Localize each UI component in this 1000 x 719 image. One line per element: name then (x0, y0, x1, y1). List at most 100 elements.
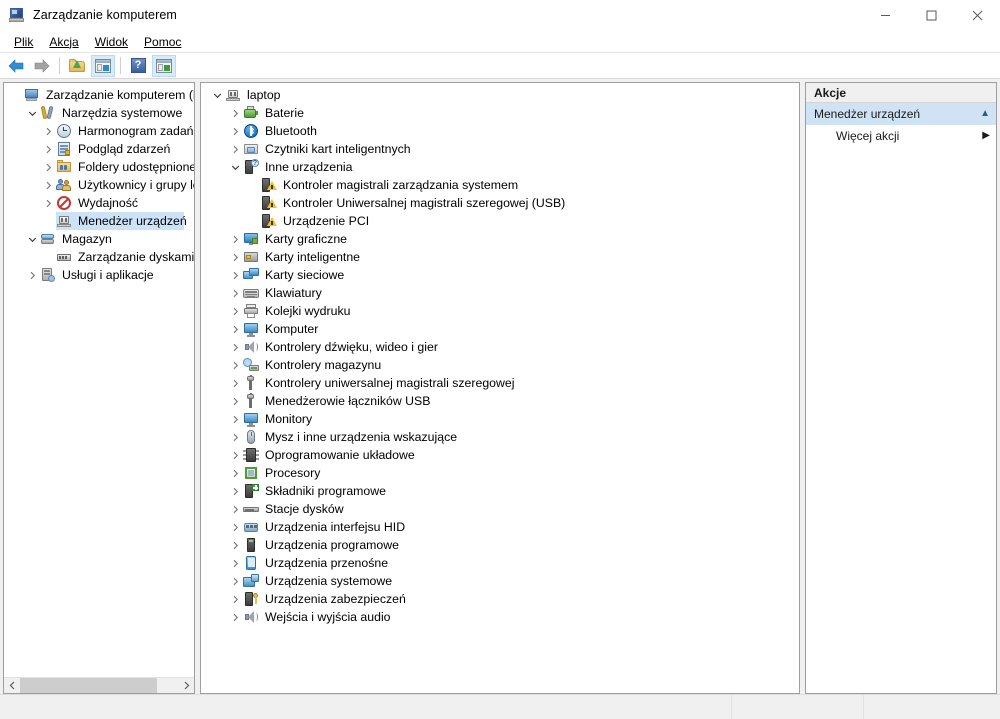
chevron-right-icon[interactable] (227, 302, 243, 320)
chevron-down-icon[interactable] (24, 104, 40, 122)
tree-item[interactable]: Narzędzia systemowe (4, 104, 194, 122)
tree-item[interactable]: ?Inne urządzenia (201, 158, 799, 176)
chevron-down-icon[interactable] (209, 86, 225, 104)
scroll-right-icon[interactable] (178, 678, 194, 694)
menu-plik[interactable]: Plik (6, 33, 41, 51)
tree-item[interactable]: Monitory (201, 410, 799, 428)
chevron-right-icon[interactable] (227, 554, 243, 572)
tree-item[interactable]: Zarządzanie komputerem (lokal (4, 86, 194, 104)
chevron-right-icon[interactable] (227, 500, 243, 518)
tree-item[interactable]: Kolejki wydruku (201, 302, 799, 320)
tree-item-selected[interactable]: Menedżer urządzeń (4, 212, 194, 230)
tree-item[interactable]: Użytkownicy i grupy lok (4, 176, 194, 194)
tree-item[interactable]: Foldery udostępnione (4, 158, 194, 176)
actions-item-more-actions[interactable]: Więcej akcji ▶ (806, 125, 996, 147)
tree-item[interactable]: Magazyn (4, 230, 194, 248)
tree-item[interactable]: Komputer (201, 320, 799, 338)
scrollbar-track[interactable] (20, 678, 178, 694)
chevron-right-icon[interactable] (227, 266, 243, 284)
chevron-right-icon[interactable] (227, 464, 243, 482)
tree-item[interactable]: Podgląd zdarzeń (4, 140, 194, 158)
chevron-right-icon[interactable] (227, 230, 243, 248)
show-hide-action-pane-button[interactable] (152, 55, 176, 77)
chevron-right-icon[interactable] (227, 536, 243, 554)
chevron-right-icon[interactable] (227, 248, 243, 266)
tree-item[interactable]: Kontroler magistrali zarządzania systeme… (201, 176, 799, 194)
up-folder-button[interactable] (65, 55, 89, 77)
show-hide-console-tree-button[interactable] (91, 55, 115, 77)
chevron-right-icon[interactable] (227, 356, 243, 374)
tree-item[interactable]: Kontrolery uniwersalnej magistrali szere… (201, 374, 799, 392)
tree-item[interactable]: Wydajność (4, 194, 194, 212)
device-tree[interactable]: laptopBaterieBluetoothCzytniki kart inte… (201, 83, 799, 693)
menu-akcja[interactable]: Akcja (41, 33, 86, 51)
console-tree[interactable]: Zarządzanie komputerem (lokalNarzędzia s… (4, 83, 194, 677)
tree-item[interactable]: Urządzenia przenośne (201, 554, 799, 572)
tree-item[interactable]: Czytniki kart inteligentnych (201, 140, 799, 158)
caret-up-icon[interactable]: ▲ (980, 109, 990, 119)
tree-item[interactable]: Menedżerowie łączników USB (201, 392, 799, 410)
chevron-right-icon[interactable] (227, 482, 243, 500)
tree-item[interactable]: Urządzenie PCI (201, 212, 799, 230)
tree-item[interactable]: Urządzenia zabezpieczeń (201, 590, 799, 608)
chevron-right-icon[interactable] (227, 320, 243, 338)
chevron-right-icon[interactable] (40, 140, 56, 158)
tree-item[interactable]: Karty graficzne (201, 230, 799, 248)
tree-item[interactable]: Bluetooth (201, 122, 799, 140)
tree-item[interactable]: Mysz i inne urządzenia wskazujące (201, 428, 799, 446)
chevron-down-icon[interactable] (24, 230, 40, 248)
tree-item[interactable]: Stacje dysków (201, 500, 799, 518)
actions-group-device-manager[interactable]: Menedżer urządzeń ▲ (806, 103, 996, 125)
scroll-left-icon[interactable] (4, 678, 20, 694)
chevron-right-icon[interactable] (227, 410, 243, 428)
tree-item[interactable]: Harmonogram zadań (4, 122, 194, 140)
chevron-down-icon[interactable] (227, 158, 243, 176)
tree-item[interactable]: Kontrolery dźwięku, wideo i gier (201, 338, 799, 356)
minimize-button[interactable] (862, 0, 908, 31)
tree-item[interactable]: Kontroler Uniwersalnej magistrali szereg… (201, 194, 799, 212)
tree-item[interactable]: Zarządzanie dyskami (4, 248, 194, 266)
chevron-right-icon[interactable] (40, 158, 56, 176)
chevron-right-icon[interactable] (227, 572, 243, 590)
chevron-right-icon[interactable] (40, 194, 56, 212)
chevron-right-icon[interactable] (40, 176, 56, 194)
tree-item[interactable]: Kontrolery magazynu (201, 356, 799, 374)
chevron-right-icon[interactable] (24, 266, 40, 284)
tree-item[interactable]: Urządzenia programowe (201, 536, 799, 554)
chevron-right-icon[interactable] (40, 122, 56, 140)
maximize-button[interactable] (908, 0, 954, 31)
chevron-right-icon[interactable] (227, 338, 243, 356)
chevron-right-icon[interactable] (227, 104, 243, 122)
scrollbar-thumb[interactable] (20, 678, 157, 694)
tree-item[interactable]: Baterie (201, 104, 799, 122)
tree-item[interactable]: Klawiatury (201, 284, 799, 302)
console-tree-horizontal-scrollbar[interactable] (4, 677, 194, 693)
caret-right-icon[interactable]: ▶ (982, 131, 990, 141)
tree-item[interactable]: Urządzenia systemowe (201, 572, 799, 590)
tree-item[interactable]: Procesory (201, 464, 799, 482)
chevron-right-icon[interactable] (227, 122, 243, 140)
close-button[interactable] (954, 0, 1000, 31)
back-button[interactable] (4, 55, 28, 77)
chevron-right-icon[interactable] (227, 590, 243, 608)
chevron-right-icon[interactable] (227, 140, 243, 158)
chevron-right-icon[interactable] (227, 608, 243, 626)
chevron-right-icon[interactable] (227, 284, 243, 302)
tree-item[interactable]: Karty sieciowe (201, 266, 799, 284)
menu-pomoc[interactable]: Pomoc (136, 33, 189, 51)
tree-item[interactable]: Usługi i aplikacje (4, 266, 194, 284)
tree-item[interactable]: Urządzenia interfejsu HID (201, 518, 799, 536)
chevron-right-icon[interactable] (227, 518, 243, 536)
menu-widok[interactable]: Widok (87, 33, 136, 51)
tree-item[interactable]: Wejścia i wyjścia audio (201, 608, 799, 626)
tree-item[interactable]: Oprogramowanie układowe (201, 446, 799, 464)
forward-button[interactable] (30, 55, 54, 77)
tree-item[interactable]: Karty inteligentne (201, 248, 799, 266)
chevron-right-icon[interactable] (227, 374, 243, 392)
chevron-right-icon[interactable] (227, 446, 243, 464)
tree-item[interactable]: laptop (201, 86, 799, 104)
help-button[interactable]: ? (126, 55, 150, 77)
tree-item[interactable]: Składniki programowe (201, 482, 799, 500)
chevron-right-icon[interactable] (227, 428, 243, 446)
chevron-right-icon[interactable] (227, 392, 243, 410)
